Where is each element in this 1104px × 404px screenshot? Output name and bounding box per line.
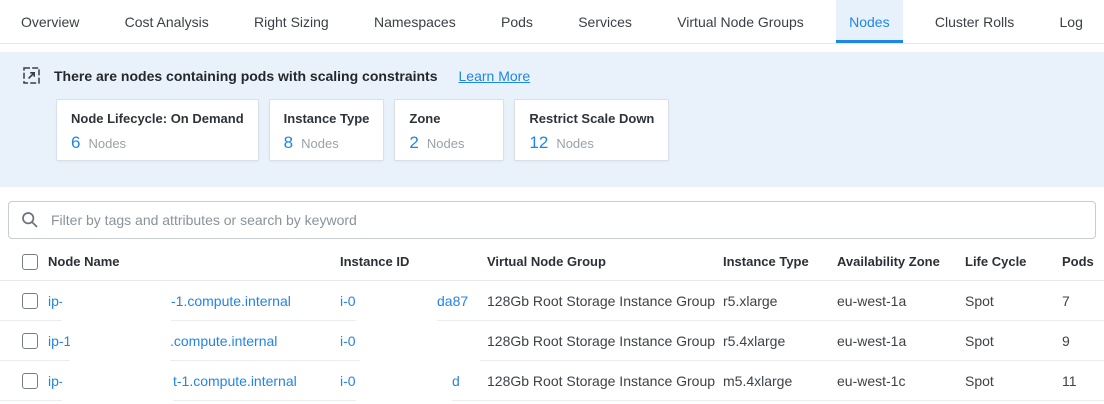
virtual-node-group-cell: 128Gb Root Storage Instance Group xyxy=(487,361,723,400)
scaling-constraints-banner: There are nodes containing pods with sca… xyxy=(0,52,1104,187)
pods-count-cell: 7 xyxy=(1062,281,1104,320)
card-title: Restrict Scale Down xyxy=(529,111,654,126)
card-title: Instance Type xyxy=(284,111,370,126)
card-unit: Nodes xyxy=(88,136,126,151)
node-name-link[interactable]: ip-1 xyxy=(48,333,71,349)
col-availability-zone: Availability Zone xyxy=(837,243,965,280)
card-title: Node Lifecycle: On Demand xyxy=(71,111,244,126)
tab-pods[interactable]: Pods xyxy=(488,0,546,43)
pods-count-cell: 11 xyxy=(1062,361,1104,400)
card-count: 2 xyxy=(409,133,418,153)
instance-id-link[interactable]: i-0 xyxy=(340,333,356,349)
banner-message: There are nodes containing pods with sca… xyxy=(54,68,438,84)
tab-log[interactable]: Log xyxy=(1047,0,1096,43)
pods-count-cell: 9 xyxy=(1062,321,1104,360)
instance-type-cell: r5.4xlarge xyxy=(723,321,837,360)
tab-cost-analysis[interactable]: Cost Analysis xyxy=(112,0,222,43)
redaction-overlay xyxy=(356,288,437,327)
card-count: 12 xyxy=(529,133,548,153)
row-checkbox[interactable] xyxy=(22,333,38,349)
card-unit: Nodes xyxy=(427,136,465,151)
learn-more-link[interactable]: Learn More xyxy=(459,68,531,84)
table-row: ip- -1.compute.internal i-0 da87 128Gb R… xyxy=(0,281,1104,321)
table-row: ip- t-1.compute.internal i-0 d 128Gb Roo… xyxy=(0,361,1104,401)
tab-namespaces[interactable]: Namespaces xyxy=(361,0,469,43)
node-name-link[interactable]: .compute.internal xyxy=(170,333,277,349)
redaction-overlay xyxy=(70,328,170,367)
redaction-overlay xyxy=(356,368,452,404)
tab-virtual-node-groups[interactable]: Virtual Node Groups xyxy=(664,0,817,43)
tab-bar: Overview Cost Analysis Right Sizing Name… xyxy=(0,0,1104,44)
search-input[interactable] xyxy=(49,211,1083,229)
life-cycle-cell: Spot xyxy=(965,281,1062,320)
select-all-checkbox[interactable] xyxy=(22,254,38,270)
tab-overview[interactable]: Overview xyxy=(8,0,92,43)
card-unit: Nodes xyxy=(556,136,594,151)
constraint-cards: Node Lifecycle: On Demand 6 Nodes Instan… xyxy=(56,99,1104,161)
col-virtual-node-group: Virtual Node Group xyxy=(487,243,723,280)
table-row: ip-1 .compute.internal i-0 128Gb Root St… xyxy=(0,321,1104,361)
filter-bar xyxy=(8,201,1096,239)
row-checkbox[interactable] xyxy=(22,293,38,309)
virtual-node-group-cell: 128Gb Root Storage Instance Group xyxy=(487,281,723,320)
table-header: Node Name Instance ID Virtual Node Group… xyxy=(0,243,1104,281)
scale-constraint-icon xyxy=(22,66,41,85)
card-restrict-scale-down[interactable]: Restrict Scale Down 12 Nodes xyxy=(514,99,669,161)
availability-zone-cell: eu-west-1c xyxy=(837,361,965,400)
instance-type-cell: r5.xlarge xyxy=(723,281,837,320)
row-checkbox[interactable] xyxy=(22,373,38,389)
card-instance-type[interactable]: Instance Type 8 Nodes xyxy=(269,99,385,161)
instance-id-link[interactable]: d xyxy=(452,373,460,389)
card-node-lifecycle[interactable]: Node Lifecycle: On Demand 6 Nodes xyxy=(56,99,259,161)
instance-type-cell: m5.4xlarge xyxy=(723,361,837,400)
tab-nodes[interactable]: Nodes xyxy=(836,0,902,43)
card-unit: Nodes xyxy=(301,136,339,151)
card-title: Zone xyxy=(409,111,489,126)
life-cycle-cell: Spot xyxy=(965,321,1062,360)
redaction-overlay xyxy=(62,368,173,404)
virtual-node-group-cell: 128Gb Root Storage Instance Group xyxy=(487,321,723,360)
availability-zone-cell: eu-west-1a xyxy=(837,321,965,360)
col-pods: Pods xyxy=(1062,243,1104,280)
node-name-link[interactable]: t-1.compute.internal xyxy=(173,373,297,389)
instance-id-link[interactable]: i-0 xyxy=(340,373,356,389)
redaction-overlay xyxy=(62,288,171,327)
life-cycle-cell: Spot xyxy=(965,361,1062,400)
instance-id-link[interactable]: da87 xyxy=(437,293,468,309)
redaction-overlay xyxy=(360,328,480,367)
col-node-name: Node Name xyxy=(48,243,340,280)
node-name-link[interactable]: -1.compute.internal xyxy=(171,293,291,309)
instance-id-link[interactable]: i-0 xyxy=(340,293,356,309)
search-icon xyxy=(21,211,39,229)
col-instance-type: Instance Type xyxy=(723,243,837,280)
card-zone[interactable]: Zone 2 Nodes xyxy=(394,99,504,161)
col-instance-id: Instance ID xyxy=(340,243,487,280)
tab-right-sizing[interactable]: Right Sizing xyxy=(241,0,342,43)
card-count: 8 xyxy=(284,133,293,153)
tab-services[interactable]: Services xyxy=(565,0,645,43)
card-count: 6 xyxy=(71,133,80,153)
availability-zone-cell: eu-west-1a xyxy=(837,281,965,320)
col-life-cycle: Life Cycle xyxy=(965,243,1062,280)
tab-cluster-rolls[interactable]: Cluster Rolls xyxy=(922,0,1027,43)
